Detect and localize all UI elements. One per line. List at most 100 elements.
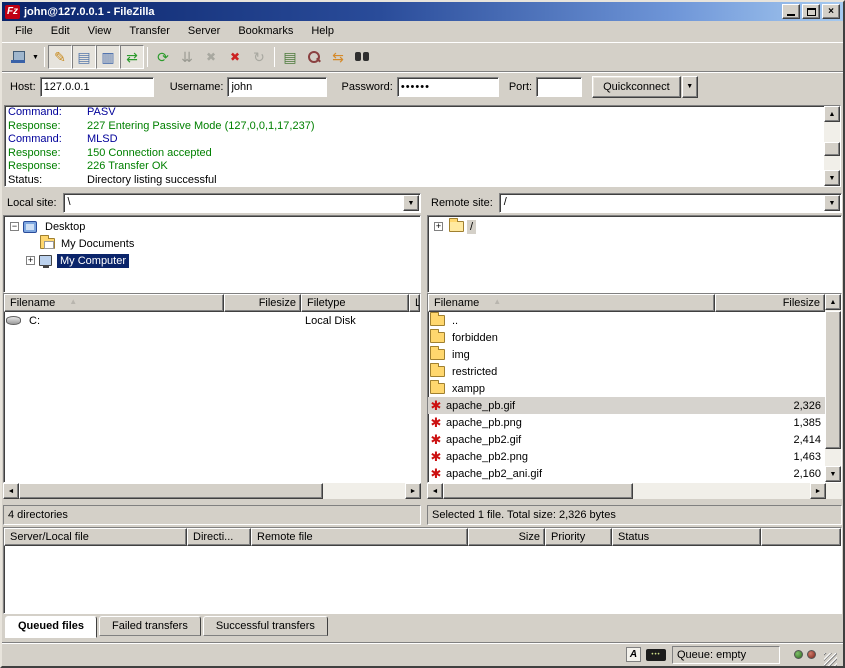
chevron-down-icon: ▼: [829, 200, 836, 207]
port-label: Port:: [509, 81, 532, 93]
menu-edit[interactable]: Edit: [42, 22, 79, 40]
tree-item-my-documents[interactable]: My Documents: [4, 235, 420, 252]
port-input[interactable]: [536, 77, 582, 97]
scroll-up-icon[interactable]: ▲: [825, 294, 841, 310]
minimize-button[interactable]: [782, 4, 800, 19]
tree-item-root[interactable]: + /: [428, 218, 841, 235]
remote-file-row[interactable]: ✱apache_pb.png1,385: [428, 414, 825, 431]
column-header-filename[interactable]: Filename▲: [4, 294, 224, 312]
scrollbar-thumb[interactable]: [19, 483, 323, 499]
toggle-local-tree-button[interactable]: ▤: [72, 45, 96, 69]
remote-file-list[interactable]: Filename▲ Filesize .. forbidden img rest…: [427, 293, 842, 483]
site-manager-button[interactable]: [6, 45, 30, 69]
transfer-queue[interactable]: Server/Local file Directi... Remote file…: [3, 527, 842, 614]
menu-file[interactable]: File: [6, 22, 42, 40]
scroll-up-icon[interactable]: ▲: [824, 106, 840, 122]
remote-dir-row[interactable]: img: [428, 346, 825, 363]
tree-item-desktop[interactable]: − Desktop: [4, 218, 420, 235]
column-header-filesize[interactable]: Filesize: [224, 294, 301, 312]
quickconnect-dropdown[interactable]: ▼: [682, 76, 698, 98]
column-header-filesize[interactable]: Filesize: [715, 294, 825, 312]
tab-successful-transfers[interactable]: Successful transfers: [203, 616, 328, 636]
local-file-list[interactable]: Filename▲ Filesize Filetype L C: Local D…: [3, 293, 421, 483]
scroll-left-icon[interactable]: ◄: [3, 483, 19, 499]
process-queue-button[interactable]: ⇊: [175, 45, 199, 69]
find-files-button[interactable]: [350, 45, 374, 69]
scrollbar-thumb[interactable]: [825, 311, 841, 449]
local-site-combo[interactable]: \ ▼: [63, 193, 421, 213]
column-header-priority[interactable]: Priority: [545, 528, 612, 546]
remote-directory-tree[interactable]: + /: [427, 215, 842, 293]
refresh-icon: ⟳: [157, 50, 169, 64]
tab-queued-files[interactable]: Queued files: [5, 616, 97, 638]
remote-site-combo-arrow[interactable]: ▼: [824, 195, 840, 211]
toggle-transfer-queue-button[interactable]: ⇄: [120, 45, 144, 69]
column-header-direction[interactable]: Directi...: [187, 528, 251, 546]
close-button[interactable]: ×: [822, 4, 840, 19]
remote-site-combo[interactable]: / ▼: [499, 193, 842, 213]
local-status-text: 4 directories: [3, 505, 421, 525]
scrollbar-thumb[interactable]: [824, 142, 840, 156]
column-header-filetype[interactable]: Filetype: [301, 294, 409, 312]
cancel-operation-button[interactable]: ✖: [199, 45, 223, 69]
find-files-icon: [355, 52, 369, 62]
toggle-remote-tree-button[interactable]: ▥: [96, 45, 120, 69]
username-input[interactable]: [227, 77, 327, 97]
remote-list-vertical-scrollbar[interactable]: ▲ ▼: [825, 294, 841, 482]
menu-bookmarks[interactable]: Bookmarks: [229, 22, 302, 40]
title-bar[interactable]: Fz john@127.0.0.1 - FileZilla ×: [2, 2, 843, 21]
directory-comparison-button[interactable]: [302, 45, 326, 69]
expand-icon[interactable]: +: [26, 256, 35, 265]
site-manager-dropdown[interactable]: ▼: [30, 46, 41, 68]
resize-grip[interactable]: [824, 653, 837, 666]
password-input[interactable]: [397, 77, 499, 97]
log-vertical-scrollbar[interactable]: ▲ ▼: [824, 106, 840, 186]
column-header-last-modified[interactable]: L: [409, 294, 420, 312]
remote-horizontal-scrollbar[interactable]: ◄ ►: [427, 483, 842, 499]
menu-transfer[interactable]: Transfer: [120, 22, 179, 40]
collapse-icon[interactable]: −: [10, 222, 19, 231]
tree-item-my-computer[interactable]: + My Computer: [4, 252, 420, 269]
remote-dir-row[interactable]: xampp: [428, 380, 825, 397]
scroll-left-icon[interactable]: ◄: [427, 483, 443, 499]
expand-icon[interactable]: +: [434, 222, 443, 231]
filter-button[interactable]: ▤: [278, 45, 302, 69]
remote-file-row[interactable]: ✱apache_pb2.png1,463: [428, 448, 825, 465]
site-manager-icon: [11, 51, 25, 63]
remote-dir-row[interactable]: restricted: [428, 363, 825, 380]
disconnect-button[interactable]: ✖: [223, 45, 247, 69]
remote-file-row-selected[interactable]: ✱apache_pb.gif2,326: [428, 397, 825, 414]
remote-dir-row[interactable]: ..: [428, 312, 825, 329]
scroll-down-icon[interactable]: ▼: [824, 170, 840, 186]
chevron-down-icon: ▼: [408, 200, 415, 207]
menu-server[interactable]: Server: [179, 22, 229, 40]
scroll-right-icon[interactable]: ►: [405, 483, 421, 499]
menu-view[interactable]: View: [79, 22, 121, 40]
local-horizontal-scrollbar[interactable]: ◄ ►: [3, 483, 421, 499]
menu-help[interactable]: Help: [302, 22, 343, 40]
reconnect-button[interactable]: ↻: [247, 45, 271, 69]
remote-file-row[interactable]: ✱apache_pb2_ani.gif2,160: [428, 465, 825, 482]
message-log[interactable]: Command:PASV Response:227 Entering Passi…: [4, 105, 841, 187]
maximize-button[interactable]: [802, 4, 820, 19]
column-header-filename[interactable]: Filename▲: [428, 294, 715, 312]
scroll-down-icon[interactable]: ▼: [825, 466, 841, 482]
local-file-row[interactable]: C: Local Disk: [4, 312, 420, 329]
quickconnect-button[interactable]: Quickconnect: [592, 76, 681, 98]
toggle-message-log-button[interactable]: ✎: [48, 45, 72, 69]
column-header-size[interactable]: Size: [468, 528, 545, 546]
remote-dir-row[interactable]: forbidden: [428, 329, 825, 346]
column-header-status[interactable]: Status: [612, 528, 761, 546]
local-directory-tree[interactable]: − Desktop My Documents + My Computer: [3, 215, 421, 293]
local-site-combo-arrow[interactable]: ▼: [403, 195, 419, 211]
column-header-server-local-file[interactable]: Server/Local file: [4, 528, 187, 546]
host-input[interactable]: [40, 77, 154, 97]
minimize-icon: [787, 14, 795, 16]
column-header-remote-file[interactable]: Remote file: [251, 528, 468, 546]
scroll-right-icon[interactable]: ►: [810, 483, 826, 499]
remote-file-row[interactable]: ✱apache_pb2.gif2,414: [428, 431, 825, 448]
refresh-button[interactable]: ⟳: [151, 45, 175, 69]
tab-failed-transfers[interactable]: Failed transfers: [99, 616, 201, 636]
scrollbar-thumb[interactable]: [443, 483, 633, 499]
synchronized-browsing-button[interactable]: ⇆: [326, 45, 350, 69]
